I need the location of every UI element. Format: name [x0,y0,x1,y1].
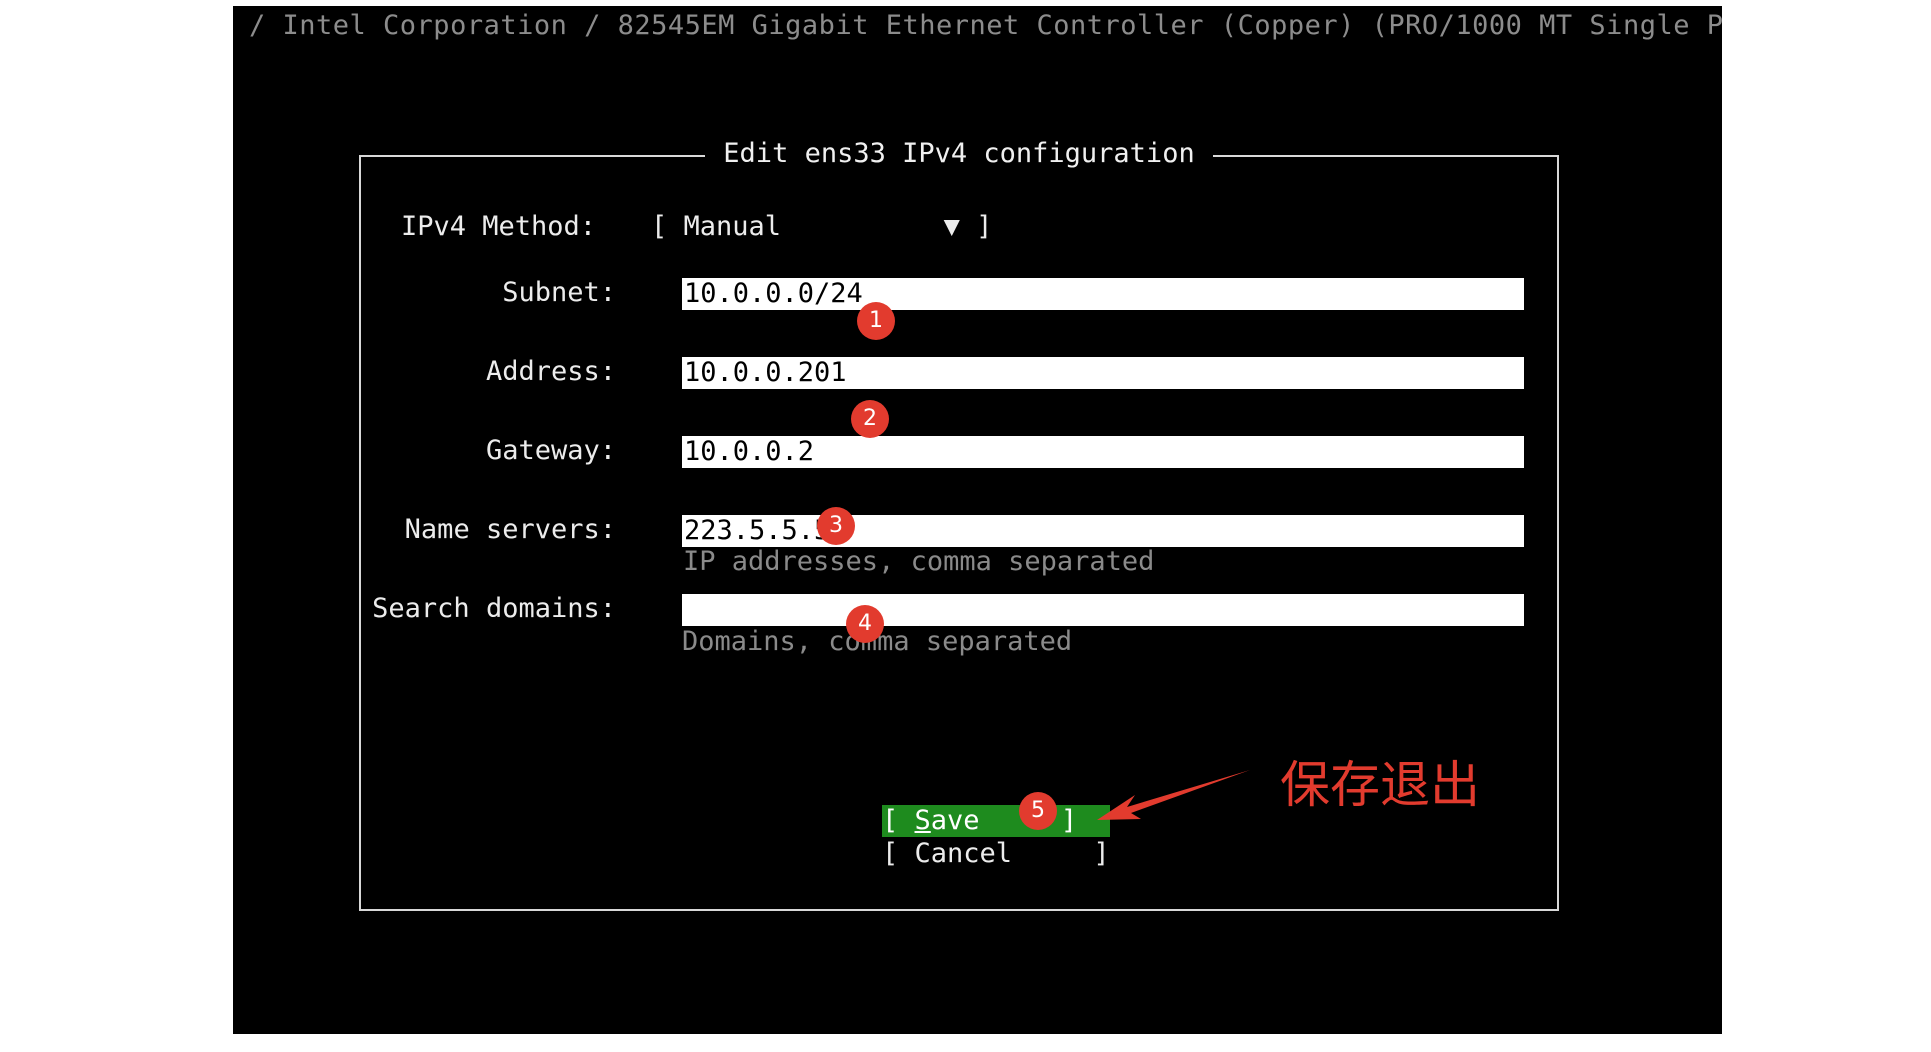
ipv4-method-label: IPv4 Method: [401,211,597,242]
subnet-input[interactable]: 10.0.0.0/24 [682,278,1524,310]
subnet-label: Subnet: [502,277,616,308]
gateway-input[interactable]: 10.0.0.2 [682,436,1524,468]
address-label: Address: [485,356,616,387]
annotation-badge-3: 3 [817,507,855,545]
terminal-screen: / Intel Corporation / 82545EM Gigabit Et… [233,6,1722,1034]
dialog-title: Edit ens33 IPv4 configuration [361,137,1557,171]
searchdomains-input[interactable] [682,594,1524,626]
gateway-label: Gateway: [485,435,616,466]
nameservers-hint: IP addresses, comma separated [683,546,1155,577]
cancel-button[interactable]: [ Cancel ] [882,838,1110,870]
dialog-title-text: Edit ens33 IPv4 configuration [705,138,1213,169]
annotation-badge-1: 1 [857,302,895,340]
annotation-badge-2: 2 [851,400,889,438]
save-hotkey: S [914,805,931,836]
searchdomains-label: Search domains: [372,593,616,624]
save-bracket-open: [ [882,805,915,836]
ipv4-method-select[interactable]: [ Manual ▼ ] [651,211,992,242]
annotation-badge-4: 4 [846,605,884,643]
save-exit-annotation: 保存退出 [1280,756,1480,814]
address-input[interactable]: 10.0.0.201 [682,357,1524,389]
nameservers-label: Name servers: [404,514,616,545]
annotation-badge-5: 5 [1019,792,1057,830]
device-breadcrumb: / Intel Corporation / 82545EM Gigabit Et… [249,10,1722,41]
red-arrow-icon [1097,770,1250,820]
nameservers-input[interactable]: 223.5.5.5 [682,515,1524,547]
save-button[interactable]: [ Save ] [882,805,1110,837]
